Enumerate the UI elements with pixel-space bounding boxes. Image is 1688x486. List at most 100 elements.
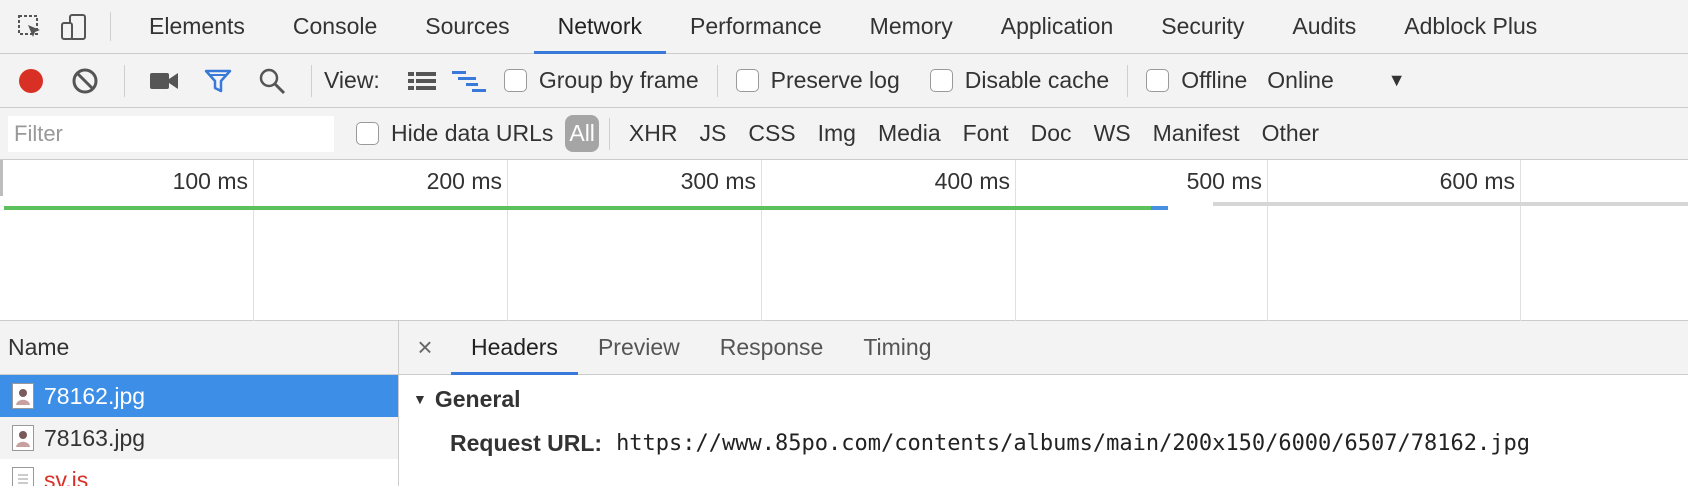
tab-audits[interactable]: Audits [1268,0,1380,53]
timeline-selection-handle[interactable] [0,160,3,196]
name-column-header[interactable]: Name [0,321,398,375]
general-section-toggle[interactable]: ▼ General [399,375,1688,423]
type-filter-doc[interactable]: Doc [1022,117,1081,150]
tab-adblock-plus[interactable]: Adblock Plus [1380,0,1561,53]
tab-network[interactable]: Network [533,0,667,54]
timeline-gridline [1267,160,1268,321]
tab-sources[interactable]: Sources [401,0,533,53]
large-rows-button[interactable] [400,54,444,108]
timeline-gridline [1520,160,1521,321]
type-filter-js[interactable]: JS [690,117,735,150]
tab-preview[interactable]: Preview [578,321,700,374]
type-filter-css[interactable]: CSS [739,117,804,150]
hide-data-urls-checkbox[interactable] [356,122,379,145]
image-file-icon [12,383,34,409]
throttling-select[interactable]: Online ▼ [1267,67,1405,94]
toolbar-separator [716,64,718,97]
record-button[interactable] [4,54,58,108]
request-row-78163[interactable]: 78163.jpg [0,417,398,459]
timeline-tick-label: 100 ms [172,168,248,194]
details-tab-bar: × Headers Preview Response Timing [399,321,1688,375]
group-by-frame-label: Group by frame [538,67,699,93]
preserve-log-label: Preserve log [770,67,900,93]
type-filter-other[interactable]: Other [1253,117,1329,150]
view-label: View: [324,67,380,93]
tab-elements[interactable]: Elements [125,0,269,53]
timeline-gridline [1015,160,1016,321]
waterfall-icon [451,70,486,92]
search-icon [259,68,286,94]
tab-security[interactable]: Security [1137,0,1268,53]
timeline-tick-label: 600 ms [1439,168,1515,194]
tab-performance[interactable]: Performance [666,0,846,53]
close-icon[interactable]: × [399,321,451,374]
search-button[interactable] [245,54,299,108]
script-file-icon [12,467,34,486]
type-filter-img[interactable]: Img [809,117,865,150]
request-name: sv.js [44,466,89,486]
timeline-tick-label: 400 ms [934,168,1010,194]
timeline-overview[interactable]: 100 ms 200 ms 300 ms 400 ms 500 ms 600 m… [0,160,1688,321]
screenshots-button[interactable] [137,54,191,108]
request-row-sv-js[interactable]: sv.js [0,459,398,486]
timeline-bar-other [1213,202,1688,206]
funnel-icon [204,69,232,92]
type-filter-ws[interactable]: WS [1085,117,1140,150]
throttling-value: Online [1267,67,1334,93]
filter-bar: Hide data URLs All XHR JS CSS Img Media … [0,108,1688,160]
offline-label: Offline [1181,67,1248,93]
request-row-78162[interactable]: 78162.jpg [0,375,398,417]
filter-separator [608,117,610,150]
toolbar-separator [124,64,125,97]
hide-data-urls-label: Hide data URLs [391,120,554,146]
tab-timing[interactable]: Timing [843,321,951,374]
hide-data-urls-option[interactable]: Hide data URLs [356,120,553,147]
tab-application[interactable]: Application [977,0,1138,53]
tab-memory[interactable]: Memory [846,0,977,53]
type-filter-media[interactable]: Media [869,117,950,150]
video-camera-icon [150,72,178,89]
device-toolbar-icon[interactable] [52,0,96,54]
list-icon [407,71,436,90]
timeline-bar-download [1151,206,1168,210]
tab-headers[interactable]: Headers [451,321,578,375]
preserve-log-option[interactable]: Preserve log [735,67,900,94]
timeline-tick-label: 200 ms [426,168,502,194]
type-filter-font[interactable]: Font [954,117,1018,150]
toolbar-separator [311,64,312,97]
request-url-value: https://www.85po.com/contents/albums/mai… [616,430,1530,456]
disable-cache-option[interactable]: Disable cache [929,67,1109,94]
timeline-tick-label: 500 ms [1186,168,1262,194]
group-by-frame-checkbox[interactable] [503,69,527,92]
request-url-row: Request URL: https://www.85po.com/conten… [399,423,1688,463]
inspect-element-icon[interactable] [8,0,52,54]
clear-button[interactable] [58,54,112,108]
type-filter-manifest[interactable]: Manifest [1144,117,1249,150]
type-filter-all[interactable]: All [565,115,599,152]
toolbar-separator [1127,64,1129,97]
network-toolbar: View: Group by frame Preserve log Disabl… [0,54,1688,108]
offline-option[interactable]: Offline [1146,67,1247,94]
request-name: 78163.jpg [44,424,146,451]
dropdown-arrow-icon: ▼ [1387,70,1406,90]
group-by-frame-option[interactable]: Group by frame [503,67,699,94]
timeline-gridline [507,160,508,321]
clear-icon [72,68,98,93]
request-url-key: Request URL: [450,429,603,456]
image-file-icon [12,425,34,451]
request-list: Name 78162.jpg 78163.jpg sv.js [0,321,399,486]
triangle-down-icon: ▼ [413,391,427,407]
filter-toggle-button[interactable] [191,54,245,108]
overview-button[interactable] [444,54,494,108]
type-filter-xhr[interactable]: XHR [620,117,687,150]
tabbar-separator [110,12,111,41]
name-column-label: Name [8,334,70,360]
tab-console[interactable]: Console [269,0,401,53]
tab-response[interactable]: Response [700,321,844,374]
section-title: General [434,385,521,412]
disable-cache-checkbox[interactable] [929,69,953,92]
preserve-log-checkbox[interactable] [735,69,759,92]
offline-checkbox[interactable] [1146,69,1170,92]
timeline-bar-waiting [4,206,1151,210]
filter-input[interactable] [8,115,334,152]
